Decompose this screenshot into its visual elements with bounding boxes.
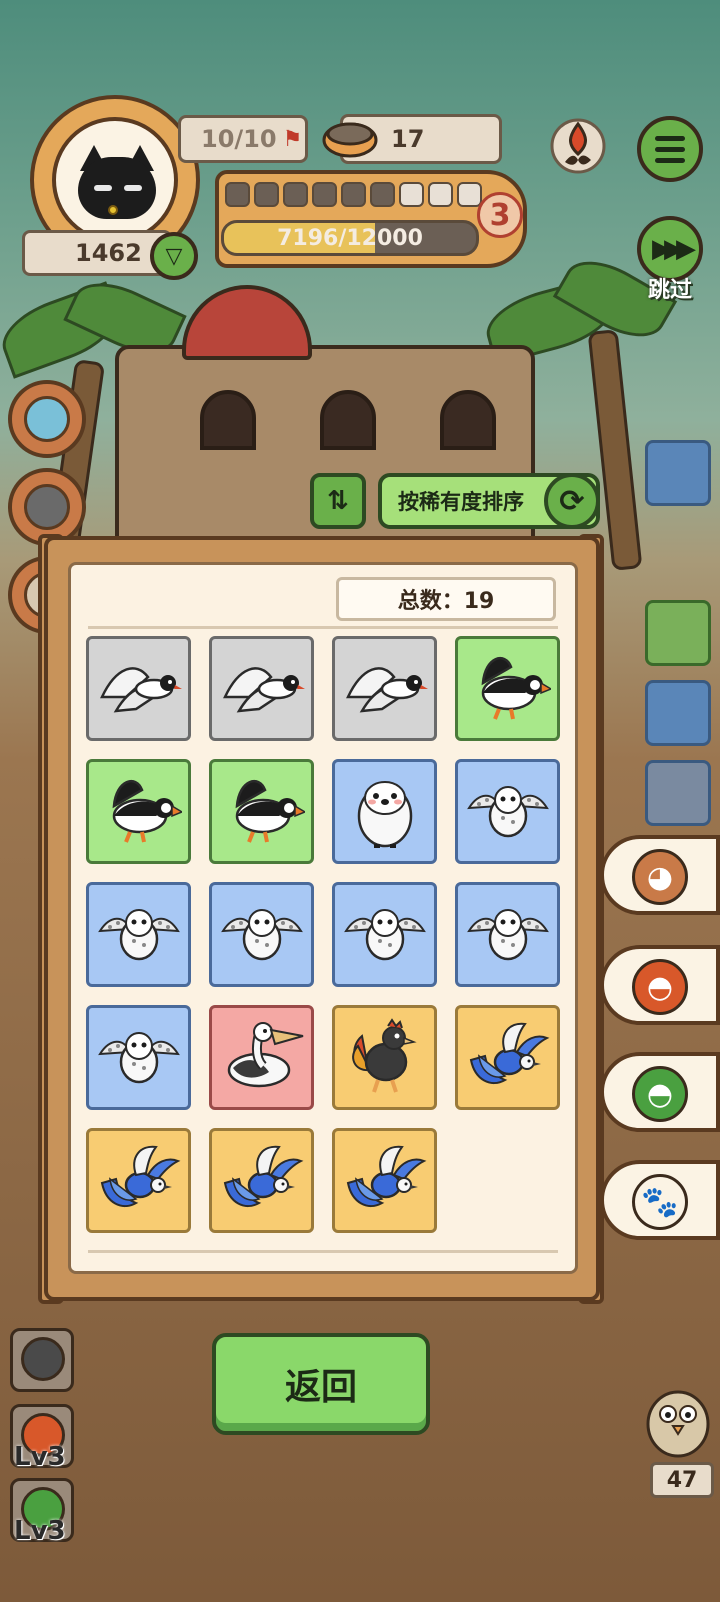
- bird-card-14[interactable]: [209, 1005, 314, 1110]
- bird-card-11[interactable]: [332, 882, 437, 987]
- menu-icon: [655, 135, 685, 163]
- bird-card-13[interactable]: [86, 1005, 191, 1110]
- snowy-owl-icon: [465, 893, 551, 977]
- slot-dark[interactable]: [10, 1328, 74, 1392]
- segment: [312, 182, 337, 207]
- puffin-icon: [219, 770, 307, 854]
- slot-red-level: Lv3: [14, 1442, 66, 1472]
- snowy-owl-icon: [96, 1016, 182, 1100]
- progress-count-text: 10/10: [201, 125, 277, 153]
- tab-bird[interactable]: ◕: [600, 835, 720, 915]
- tern-icon: [342, 647, 428, 731]
- food-bowl-icon: [320, 110, 380, 162]
- bird-card-17[interactable]: [86, 1128, 191, 1233]
- blue-phoenix-icon: [219, 1139, 305, 1223]
- blue-phoenix-icon: [465, 1016, 551, 1100]
- total-count: 总数：19: [336, 577, 556, 621]
- snowy-owl-icon: [219, 893, 305, 977]
- menu-button[interactable]: [637, 116, 703, 182]
- snowy-owl-icon: [342, 893, 428, 977]
- xp-panel: 7196/12000 3: [215, 170, 527, 268]
- bird-card-1[interactable]: [86, 636, 191, 741]
- xp-bar: 7196/12000: [221, 220, 479, 256]
- blue-phoenix-icon: [96, 1139, 182, 1223]
- bird-card-8[interactable]: [455, 759, 560, 864]
- sort-label: 按稀有度排序: [398, 490, 524, 514]
- blue-phoenix-icon: [342, 1139, 428, 1223]
- red-creature-icon: ◓: [632, 959, 688, 1015]
- fast-forward-icon: ▶▶▶: [652, 234, 696, 264]
- paw-icon: 🐾: [632, 1174, 688, 1230]
- snowy-owl-icon: [465, 770, 551, 854]
- segment: [399, 182, 424, 207]
- green-creature-icon: ◓: [632, 1066, 688, 1122]
- black-cat-icon: [52, 117, 178, 243]
- rooster-icon: [342, 1016, 428, 1100]
- segment: [283, 182, 308, 207]
- bird-card-5[interactable]: [86, 759, 191, 864]
- segment: [370, 182, 395, 207]
- segment: [457, 182, 482, 207]
- progress-counter: 10/10 ⚑: [178, 115, 308, 163]
- right-tile-globe[interactable]: [645, 680, 711, 746]
- bird-card-19[interactable]: [332, 1128, 437, 1233]
- bird-card-2[interactable]: [209, 636, 314, 741]
- tab-green[interactable]: ◓: [600, 1052, 720, 1132]
- puffin-icon: [465, 647, 553, 731]
- xp-text: 7196/12000: [277, 225, 423, 251]
- level-segments: [225, 182, 482, 207]
- penguin-chick-icon: [342, 770, 428, 854]
- right-tile-furniture[interactable]: [645, 440, 711, 506]
- segment: [225, 182, 250, 207]
- kiwi-pet-icon[interactable]: [643, 1378, 713, 1462]
- top-divider: [88, 626, 558, 629]
- tab-paw[interactable]: 🐾: [600, 1160, 720, 1240]
- back-button[interactable]: 返回: [212, 1333, 430, 1435]
- segment: [254, 182, 279, 207]
- bird-tab-icon: ◕: [632, 849, 688, 905]
- level-badge: 3: [477, 192, 523, 238]
- tab-red[interactable]: ◓: [600, 945, 720, 1025]
- sort-order-button[interactable]: ⇅: [310, 473, 366, 529]
- segment: [341, 182, 366, 207]
- currency-value: 1462: [75, 239, 142, 267]
- bird-card-7[interactable]: [332, 759, 437, 864]
- tern-icon: [219, 647, 305, 731]
- flame-infinity-icon[interactable]: [545, 114, 611, 180]
- right-tile-chest[interactable]: [645, 760, 711, 826]
- bird-card-18[interactable]: [209, 1128, 314, 1233]
- bird-card-12[interactable]: [455, 882, 560, 987]
- bird-collection-grid: [86, 636, 561, 1233]
- bird-card-6[interactable]: [209, 759, 314, 864]
- coin-count: 17: [391, 125, 425, 153]
- heart-shield-button[interactable]: ▽: [150, 232, 198, 280]
- bottom-divider: [88, 1250, 558, 1253]
- bird-card-9[interactable]: [86, 882, 191, 987]
- bird-card-15[interactable]: [332, 1005, 437, 1110]
- refresh-icon[interactable]: ⟳: [544, 473, 600, 529]
- left-side-button-1[interactable]: [8, 380, 86, 458]
- flag-icon: ⚑: [282, 126, 303, 152]
- pet-count: 47: [650, 1462, 714, 1498]
- skip-label[interactable]: 跳过: [630, 272, 710, 304]
- snowy-owl-icon: [96, 893, 182, 977]
- bird-card-16[interactable]: [455, 1005, 560, 1110]
- tern-icon: [96, 647, 182, 731]
- segment: [428, 182, 453, 207]
- bird-card-4[interactable]: [455, 636, 560, 741]
- bird-card-3[interactable]: [332, 636, 437, 741]
- pelican-icon: [219, 1016, 305, 1100]
- right-tile-ticket[interactable]: [645, 600, 711, 666]
- slot-green-level: Lv3: [14, 1516, 66, 1546]
- bird-card-10[interactable]: [209, 882, 314, 987]
- sort-icon: ⇅: [327, 486, 349, 516]
- down-heart-icon: ▽: [165, 243, 183, 269]
- puffin-icon: [96, 770, 184, 854]
- sort-by-rarity-button[interactable]: 按稀有度排序 ⟳: [378, 473, 600, 529]
